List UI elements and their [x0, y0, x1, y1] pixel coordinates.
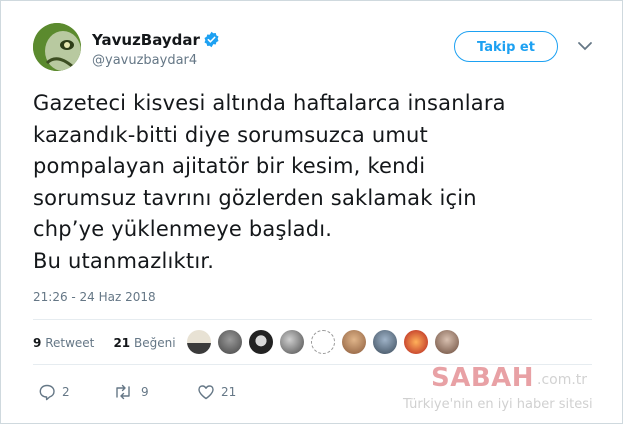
liker-avatar[interactable]: [187, 330, 211, 354]
like-count: 21: [221, 385, 237, 399]
retweet-stat[interactable]: 9 Retweet: [33, 336, 94, 350]
watermark-domain: .com.tr: [537, 372, 588, 388]
tweet-line: kazandık-bitti diye sorumsuzca umut: [33, 122, 428, 147]
follow-button[interactable]: Takip et: [454, 31, 558, 62]
chevron-down-icon[interactable]: [576, 40, 594, 52]
liker-avatar[interactable]: [311, 330, 335, 354]
heart-icon: [198, 385, 214, 400]
liker-avatar[interactable]: [342, 330, 366, 354]
like-stat[interactable]: 21 Beğeni: [113, 336, 175, 350]
retweet-icon: [116, 384, 130, 400]
tweet-line: Gazeteci kisvesi altında haftalarca insa…: [33, 91, 506, 115]
liker-avatar[interactable]: [280, 330, 304, 354]
watermark-logo: SABAH: [431, 363, 535, 393]
display-name[interactable]: YavuzBaydar: [92, 31, 200, 49]
tweet-timestamp[interactable]: 21:26 - 24 Haz 2018: [33, 290, 156, 304]
tweet-text: Gazeteci kisvesi altında haftalarca insa…: [33, 88, 593, 277]
tweet-line: chp’ye yüklenmeye başladı.: [33, 217, 333, 241]
verified-badge-icon: [204, 31, 219, 48]
liker-avatar[interactable]: [404, 330, 428, 354]
liker-avatar[interactable]: [218, 330, 242, 354]
tweet-stats: 9 Retweet 21 Beğeni: [33, 336, 176, 350]
retweet-count: 9: [141, 385, 149, 399]
tweet-line: Bu utanmazlıktır.: [33, 248, 215, 273]
watermark-tagline: Türkiye'nin en iyi haber sitesi: [403, 397, 593, 412]
avatar[interactable]: [33, 23, 81, 71]
liker-avatar[interactable]: [249, 330, 273, 354]
liker-avatar[interactable]: [373, 330, 397, 354]
tweet-line: sorumsuz tavrını gözlerden saklamak için: [33, 185, 477, 210]
user-handle[interactable]: @yavuzbaydar4: [92, 53, 197, 68]
reply-icon: [39, 384, 55, 401]
tweet-line: pompalayan ajitatör bir kesim, kendi: [33, 154, 426, 178]
divider: [33, 319, 592, 320]
reply-count: 2: [62, 385, 70, 399]
liker-avatar[interactable]: [435, 330, 459, 354]
